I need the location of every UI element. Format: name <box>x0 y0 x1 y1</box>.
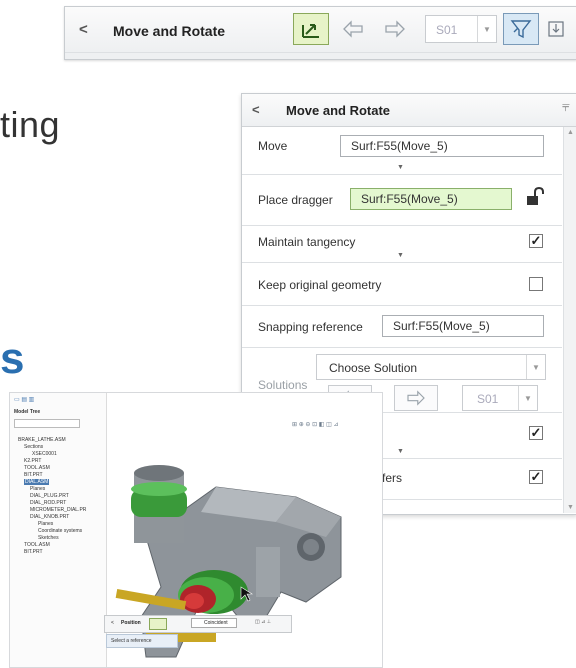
maintain-tangency-row: Maintain tangency ✓ ▼ <box>242 226 562 263</box>
move-rotate-toolbar: < Move and Rotate S01 ▼ <box>64 6 576 60</box>
maintain-tangency-checkbox[interactable]: ✓ <box>529 234 543 248</box>
row8-checkbox[interactable]: ✓ <box>529 426 543 440</box>
solution-next-button[interactable] <box>394 385 438 411</box>
snapping-field[interactable]: Surf:F55(Move_5) <box>382 315 544 337</box>
expand-handle-icon[interactable]: ▼ <box>397 252 404 259</box>
chevron-down-icon: ▼ <box>526 355 545 379</box>
tree-item[interactable]: Sections <box>24 444 43 450</box>
keep-original-row: Keep original geometry <box>242 263 562 306</box>
move-label: Move <box>258 139 288 153</box>
solutions-label: Solutions <box>258 378 308 392</box>
tree-item[interactable]: DIAL_ROD.PRT <box>30 500 66 506</box>
tree-item[interactable]: Planes <box>38 521 53 527</box>
filter-icon[interactable] <box>503 13 539 45</box>
tree-item[interactable]: Planes <box>30 486 45 492</box>
status-message: Select a reference <box>106 634 178 648</box>
solution-number-value: S01 <box>477 392 499 406</box>
arrow-left-icon[interactable] <box>335 13 371 45</box>
position-mini-toolbar: < Position Coincident ◫ ⊿ ⊥ <box>104 615 292 633</box>
tree-item-selected[interactable]: DIAL.ASM <box>24 479 50 485</box>
place-dragger-row: Place dragger Surf:F55(Move_5) <box>242 175 562 226</box>
toolbar-title: Move and Rotate <box>113 23 226 39</box>
snapping-label: Snapping reference <box>258 320 363 334</box>
place-dragger-label: Place dragger <box>258 193 333 207</box>
maintain-tangency-label: Maintain tangency <box>258 235 356 249</box>
panel-scrollbar[interactable]: ▲ ▼ <box>563 127 576 513</box>
expand-handle-icon[interactable]: ▼ <box>397 448 404 455</box>
choose-solution-value: Choose Solution <box>329 361 418 375</box>
place-dragger-field[interactable]: Surf:F55(Move_5) <box>350 188 512 210</box>
tree-item[interactable]: BRAKE_LATHE.ASM <box>18 437 66 443</box>
save-icon[interactable] <box>543 13 569 45</box>
panel-header: < Move and Rotate ⫧ <box>242 94 576 127</box>
toolbar-back-button[interactable]: < <box>79 21 88 38</box>
tree-item[interactable]: BIT.PRT <box>24 472 43 478</box>
tree-item[interactable]: MICROMETER_DIAL.PR <box>30 507 86 513</box>
pin-icon[interactable]: ⫧ <box>562 98 570 115</box>
row9-checkbox[interactable]: ✓ <box>529 470 543 484</box>
panel-back-button[interactable]: < <box>252 102 260 117</box>
chevron-down-icon: ▼ <box>477 16 496 42</box>
tree-item[interactable]: DIAL_PLUG.PRT <box>30 493 69 499</box>
tree-item[interactable]: DIAL_KNOB.PRT <box>30 514 69 520</box>
tree-item[interactable]: Sketches <box>38 535 59 541</box>
tree-item[interactable]: TOOL.ASM <box>24 465 50 471</box>
tree-item[interactable]: TOOL.ASM <box>24 542 50 548</box>
move-field[interactable]: Surf:F55(Move_5) <box>340 135 544 157</box>
tree-toolbar-icons[interactable]: ▭ ▤ ▥ <box>14 396 34 403</box>
snapping-row: Snapping reference Surf:F55(Move_5) <box>242 306 562 348</box>
cad-inset-screenshot: ▭ ▤ ▥ Model Tree BRAKE_LATHE.ASM Section… <box>9 392 383 668</box>
dragger-icon[interactable] <box>149 618 167 630</box>
mini-back-button[interactable]: < <box>111 620 114 626</box>
tree-item[interactable]: BIT.PRT <box>24 549 43 555</box>
tree-item[interactable]: K2.PRT <box>24 458 41 464</box>
expand-handle-icon[interactable]: ▼ <box>397 164 404 171</box>
toolbar-solution-value: S01 <box>436 23 458 37</box>
slide-text-fragment: ting <box>0 104 61 145</box>
model-tree-panel: ▭ ▤ ▥ Model Tree BRAKE_LATHE.ASM Section… <box>10 393 107 667</box>
chevron-down-icon: ▼ <box>518 386 537 410</box>
row9-label: fers <box>382 471 403 485</box>
constraint-dropdown[interactable]: Coincident <box>191 618 237 628</box>
arrow-right-icon[interactable] <box>377 13 413 45</box>
position-label: Position <box>121 620 141 626</box>
tree-filter-input[interactable] <box>14 419 80 428</box>
keep-original-label: Keep original geometry <box>258 278 382 292</box>
tree-item[interactable]: XSEC0001 <box>32 451 57 457</box>
tree-item[interactable]: Coordinate systems <box>38 528 82 534</box>
dragger-icon[interactable] <box>293 13 329 45</box>
solution-number-dropdown[interactable]: S01 ▼ <box>462 385 538 411</box>
arrow-right-icon <box>407 390 425 406</box>
model-tree-title: Model Tree <box>14 409 41 415</box>
move-row: Move Surf:F55(Move_5) ▼ <box>242 127 562 175</box>
scroll-down-icon[interactable]: ▼ <box>567 504 574 511</box>
choose-solution-dropdown[interactable]: Choose Solution ▼ <box>316 354 546 380</box>
toolbar-scroll-strip <box>65 52 576 59</box>
scroll-up-icon[interactable]: ▲ <box>567 129 574 136</box>
keep-original-checkbox[interactable] <box>529 277 543 291</box>
unlock-icon[interactable] <box>526 186 544 210</box>
status-message-text: Select a reference <box>111 638 152 644</box>
slide-heading-fragment: s <box>0 334 25 383</box>
panel-title: Move and Rotate <box>286 103 391 118</box>
toolbar-solution-dropdown[interactable]: S01 ▼ <box>425 15 497 43</box>
mini-tool-icons[interactable]: ◫ ⊿ ⊥ <box>255 619 271 625</box>
